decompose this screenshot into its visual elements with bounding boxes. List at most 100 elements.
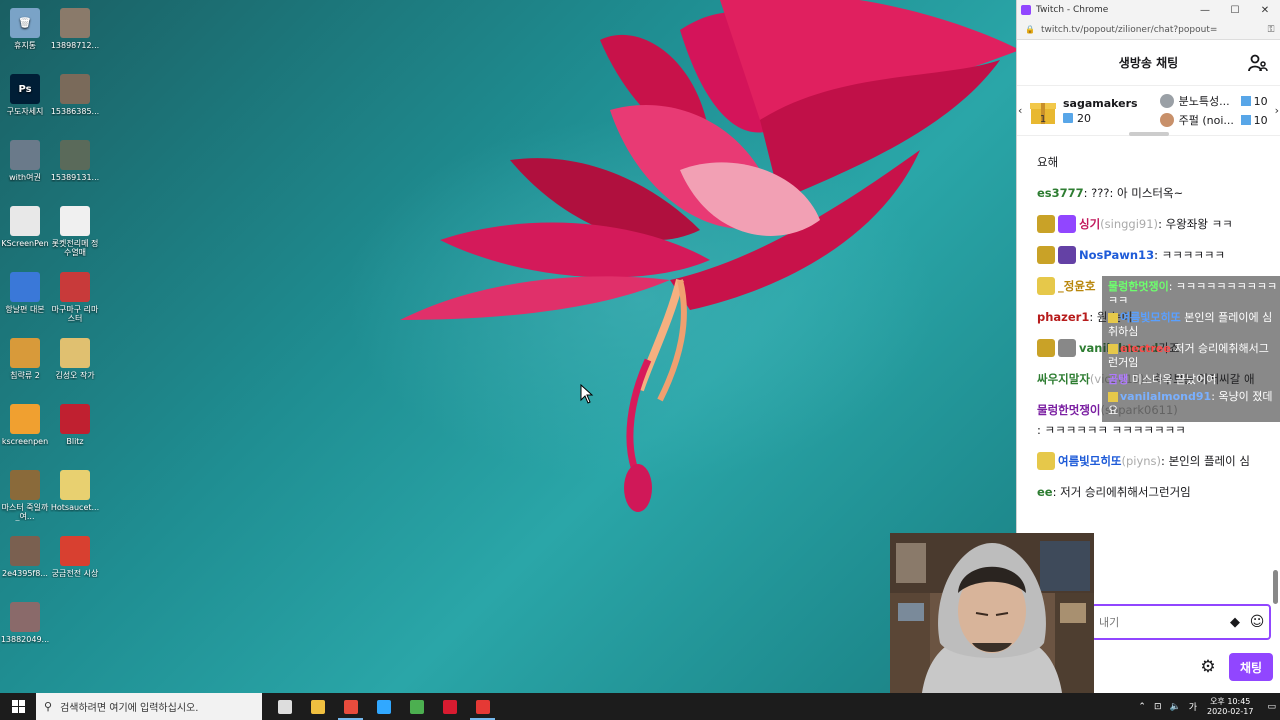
badge-icon[interactable] xyxy=(1058,246,1076,264)
chat-username[interactable]: 싱기 xyxy=(1079,214,1100,234)
desktop-icon[interactable]: 2e4395f8... xyxy=(0,536,50,578)
windows-logo-icon xyxy=(11,700,25,713)
top-gifter[interactable]: 1 sagamakers 20 xyxy=(1029,97,1138,125)
chat-username[interactable]: phazer1 xyxy=(1037,307,1089,327)
desktop-icon[interactable]: kscreenpen xyxy=(0,404,50,446)
desktop-icon[interactable]: 13882049... xyxy=(0,602,50,644)
desktop-icon-image xyxy=(10,470,40,500)
gift-leaderboard: ‹ 1 sagamakers 20 분노특성... 10 주펄 (noi... xyxy=(1017,86,1280,136)
taskbar-app-blitz[interactable] xyxy=(433,693,466,720)
clock-date: 2020-02-17 xyxy=(1206,706,1254,716)
desktop-icon[interactable]: 15386385... xyxy=(50,74,100,116)
notification-icon[interactable]: ▭ xyxy=(1267,702,1276,712)
app-red-icon xyxy=(475,699,490,714)
taskbar-app-task-view[interactable] xyxy=(268,693,301,720)
desktop-icon[interactable]: Ps 구도자세지 xyxy=(0,74,50,116)
chat-username[interactable]: es3777 xyxy=(1037,183,1084,203)
close-button[interactable]: ✕ xyxy=(1250,0,1280,20)
gifter-row[interactable]: 주펄 (noi... 10 xyxy=(1159,111,1268,130)
badge-icon[interactable] xyxy=(1058,339,1076,357)
bits-icon[interactable]: ◆ xyxy=(1225,615,1245,630)
desktop-icon-image xyxy=(60,470,90,500)
badge-icon[interactable] xyxy=(1037,452,1055,470)
chat-username[interactable]: NosPawn13 xyxy=(1079,245,1154,265)
overlay-message: electree 저거 승리에취해서그런거임 xyxy=(1108,342,1278,370)
chat-username[interactable]: 여름빛모히또 xyxy=(1058,451,1121,471)
address-bar[interactable]: 🔒 twitch.tv/popout/zilioner/chat?popout=… xyxy=(1017,20,1280,40)
gift-icon xyxy=(1240,115,1251,125)
gifter-count: 10 xyxy=(1253,113,1268,127)
taskbar-app-photoshop[interactable] xyxy=(367,693,400,720)
taskbar-app-chrome[interactable] xyxy=(334,693,367,720)
desktop-icon[interactable]: 🗑 휴지통 xyxy=(0,8,50,50)
chevron-left-icon[interactable]: ‹ xyxy=(1018,104,1022,117)
key-icon[interactable]: ⚿ xyxy=(1262,25,1280,35)
chat-message[interactable]: NosPawn13: ㅋㅋㅋㅋㅋㅋ xyxy=(1037,245,1273,265)
desktop-icon-image xyxy=(60,140,90,170)
chat-username[interactable]: _정윤호 xyxy=(1058,276,1096,296)
desktop-icon-label: 김성오 작가 xyxy=(55,371,95,380)
desktop-icon-label: 15386385... xyxy=(50,107,100,116)
medal-icon xyxy=(1159,94,1174,108)
desktop-icon[interactable]: 궁금전전 시상 xyxy=(50,536,100,578)
desktop-icon-label: Blitz xyxy=(66,437,84,446)
chat-input[interactable]: 내기 ◆ ☺ xyxy=(1091,604,1271,640)
chat-message[interactable]: es3777: ???: 아 미스터옥~ xyxy=(1037,183,1273,203)
taskbar-app-file-explorer[interactable] xyxy=(301,693,334,720)
chat-username[interactable]: 물렁한멋쟁이 xyxy=(1037,400,1100,420)
chat-username[interactable]: ee xyxy=(1037,482,1053,502)
gifter-row[interactable]: 분노특성... 10 xyxy=(1159,92,1268,111)
desktop-icon[interactable]: with여권 xyxy=(0,140,50,182)
desktop-icon[interactable]: 마구마구 리마스터 xyxy=(50,272,100,323)
collapse-handle[interactable] xyxy=(1129,132,1169,136)
desktop-icon-image xyxy=(10,206,40,236)
window-titlebar[interactable]: Twitch - Chrome — ☐ ✕ xyxy=(1017,0,1280,20)
ime-indicator[interactable]: 가 xyxy=(1189,700,1197,713)
desktop-icon-label: 휴지통 xyxy=(13,41,37,50)
minimize-button[interactable]: — xyxy=(1190,0,1220,20)
chat-header: 생방송 채팅 xyxy=(1017,40,1280,86)
top-gifter-name: sagamakers xyxy=(1063,96,1138,110)
wallpaper-flower xyxy=(400,0,1020,512)
chat-scrollbar[interactable] xyxy=(1273,570,1278,604)
chevron-up-icon[interactable]: ⌃ xyxy=(1138,702,1146,712)
badge-icon[interactable] xyxy=(1037,246,1055,264)
send-chat-button[interactable]: 채팅 xyxy=(1229,653,1273,681)
desktop-icon[interactable]: 침략류 2 xyxy=(0,338,50,380)
start-button[interactable] xyxy=(0,693,36,720)
system-clock[interactable]: 오후 10:45 2020-02-17 xyxy=(1207,697,1254,717)
badge-icon[interactable] xyxy=(1037,339,1055,357)
users-icon[interactable] xyxy=(1248,54,1268,72)
desktop-icon[interactable]: 항날편 대본 xyxy=(0,272,50,314)
badge-icon[interactable] xyxy=(1037,215,1055,233)
chat-message[interactable]: 요해 xyxy=(1037,152,1273,172)
gift-icon xyxy=(1240,96,1251,106)
desktop-icon[interactable]: 롯켓전리메 정수열매 xyxy=(50,206,100,257)
taskbar-app-app-red[interactable] xyxy=(466,693,499,720)
badge-icon[interactable] xyxy=(1058,215,1076,233)
chat-username[interactable]: 싸우지말자 xyxy=(1037,369,1090,389)
desktop-icon-image xyxy=(10,272,40,302)
svg-text:1: 1 xyxy=(1040,114,1046,125)
desktop-icon[interactable]: 마스터 죽일까_여... xyxy=(0,470,50,521)
volume-icon[interactable]: 🔈 xyxy=(1169,702,1180,712)
desktop-icon[interactable]: Blitz xyxy=(50,404,100,446)
maximize-button[interactable]: ☐ xyxy=(1220,0,1250,20)
chat-message[interactable]: ee: 저거 승리에취해서그런거임 xyxy=(1037,482,1273,502)
url-text[interactable]: twitch.tv/popout/zilioner/chat?popout= xyxy=(1041,25,1262,35)
emote-icon[interactable]: ☺ xyxy=(1245,614,1269,630)
gear-icon[interactable]: ⚙ xyxy=(1197,656,1219,678)
taskbar-search-box[interactable]: ⚲ 검색하려면 여기에 입력하십시오. xyxy=(36,693,262,720)
chevron-right-icon[interactable]: › xyxy=(1275,104,1279,117)
gift-box-icon: 1 xyxy=(1030,102,1056,125)
network-icon[interactable]: ⊡ xyxy=(1154,702,1162,712)
desktop-icon[interactable]: Hotsaucet... xyxy=(50,470,100,512)
badge-icon[interactable] xyxy=(1037,277,1055,295)
desktop-icon[interactable]: 13898712... xyxy=(50,8,100,50)
chat-message[interactable]: 싱기 (singgi91): 우왕좌왕 ㅋㅋ xyxy=(1037,214,1273,234)
desktop-icon[interactable]: KScreenPen xyxy=(0,206,50,248)
taskbar-app-app-green[interactable] xyxy=(400,693,433,720)
desktop-icon[interactable]: 15389131... xyxy=(50,140,100,182)
chat-message[interactable]: 여름빛모히또 (piyns): 본인의 플레이 심 xyxy=(1037,451,1273,471)
desktop-icon[interactable]: 김성오 작가 xyxy=(50,338,100,380)
